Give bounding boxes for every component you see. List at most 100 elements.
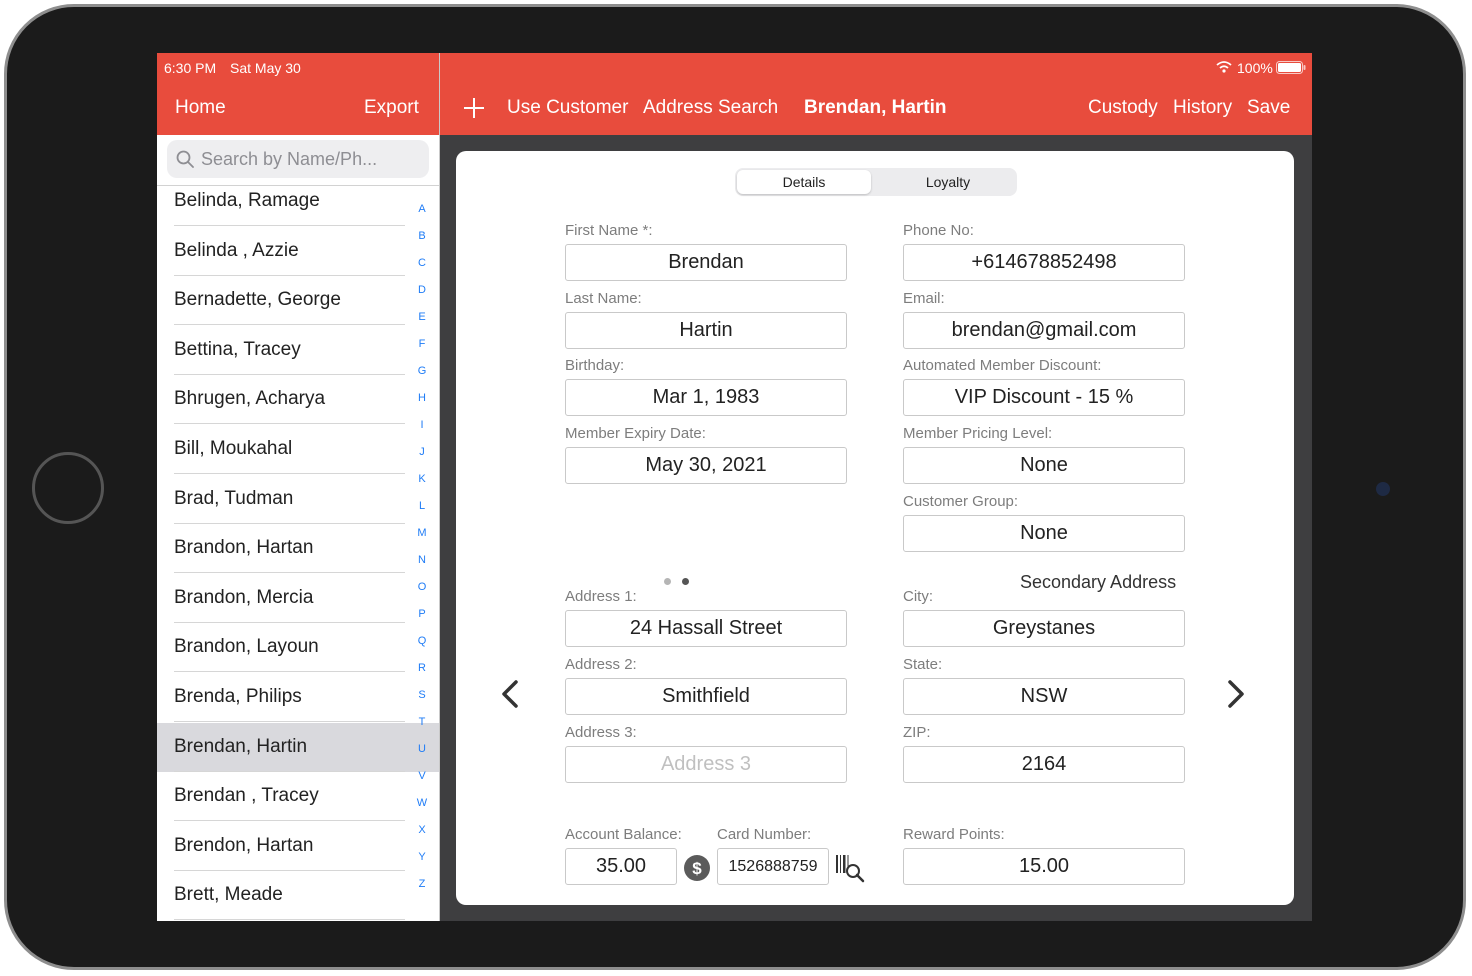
first-name-label: First Name *: <box>565 222 653 239</box>
first-name-field[interactable]: Brendan <box>565 244 847 281</box>
zip-field[interactable]: 2164 <box>903 746 1185 783</box>
use-customer-button[interactable]: Use Customer <box>507 97 628 119</box>
index-letter[interactable]: Q <box>409 635 435 647</box>
index-letter[interactable]: K <box>409 473 435 485</box>
index-letter[interactable]: O <box>409 581 435 593</box>
list-item[interactable]: Bill, Moukahal <box>157 425 439 474</box>
list-item-label: Bernadette, George <box>174 289 341 311</box>
index-letter[interactable]: R <box>409 662 435 674</box>
list-item[interactable]: Brandon, Mercia <box>157 574 439 623</box>
add-icon[interactable] <box>463 97 485 119</box>
email-field[interactable]: brendan@gmail.com <box>903 312 1185 349</box>
tab-details[interactable]: Details <box>737 170 871 194</box>
pricing-level-label: Member Pricing Level: <box>903 425 1053 442</box>
history-button[interactable]: History <box>1173 97 1232 119</box>
address2-field[interactable]: Smithfield <box>565 678 847 715</box>
index-letter[interactable]: S <box>409 689 435 701</box>
account-balance-field[interactable]: 35.00 <box>565 848 677 885</box>
chevron-right-icon[interactable] <box>1226 680 1246 708</box>
front-camera <box>1376 482 1390 496</box>
index-letter[interactable]: E <box>409 311 435 323</box>
list-item-label: Brandon, Layoun <box>174 636 319 658</box>
member-expiry-label: Member Expiry Date: <box>565 425 706 442</box>
search-input[interactable] <box>201 140 421 178</box>
last-name-field[interactable]: Hartin <box>565 312 847 349</box>
list-item[interactable]: Belinda, Ramage <box>157 186 439 226</box>
birthday-field[interactable]: Mar 1, 1983 <box>565 379 847 416</box>
list-item[interactable]: Brad, Tudman <box>157 475 439 524</box>
index-letter[interactable]: W <box>409 797 435 809</box>
address1-field[interactable]: 24 Hassall Street <box>565 610 847 647</box>
state-field[interactable]: NSW <box>903 678 1185 715</box>
list-item[interactable]: Bettina, Tracey <box>157 326 439 375</box>
list-item-label: Brandon, Hartan <box>174 537 314 559</box>
list-item[interactable]: Brandon, Layoun <box>157 623 439 673</box>
address-search-button[interactable]: Address Search <box>643 97 778 119</box>
index-letter[interactable]: D <box>409 284 435 296</box>
list-item[interactable]: Brendon, Hartan <box>157 822 439 871</box>
index-letter[interactable]: N <box>409 554 435 566</box>
page-dot[interactable] <box>664 578 671 585</box>
index-letter[interactable]: P <box>409 608 435 620</box>
index-letter[interactable]: A <box>409 203 435 215</box>
index-letter[interactable]: T <box>409 716 435 728</box>
index-letter[interactable]: V <box>409 770 435 782</box>
page-indicator[interactable] <box>664 572 700 590</box>
barcode-scan-icon[interactable] <box>835 853 865 883</box>
list-item[interactable]: Bernadette, George <box>157 276 439 326</box>
list-item[interactable]: Bhrugen, Acharya <box>157 375 439 425</box>
index-letter[interactable]: J <box>409 446 435 458</box>
list-item-label: Brendan , Tracey <box>174 785 319 807</box>
index-letter[interactable]: X <box>409 824 435 836</box>
save-button[interactable]: Save <box>1247 97 1290 119</box>
card-number-field[interactable]: 1526888759 <box>717 848 829 885</box>
customer-list: Belinda, Ramage Belinda , Azzie Bernadette… <box>157 186 439 921</box>
index-letter[interactable]: Z <box>409 878 435 890</box>
list-item[interactable]: Brenda, Philips <box>157 673 439 722</box>
zip-label: ZIP: <box>903 724 931 741</box>
list-item-label: Brenda, Philips <box>174 686 302 707</box>
chevron-left-icon[interactable] <box>500 680 520 708</box>
member-expiry-field[interactable]: May 30, 2021 <box>565 447 847 484</box>
list-item[interactable]: Belinda , Azzie <box>157 227 439 276</box>
index-letter[interactable]: U <box>409 743 435 755</box>
address3-field[interactable]: Address 3 <box>565 746 847 783</box>
status-time: 6:30 PM <box>164 60 217 76</box>
member-discount-field[interactable]: VIP Discount - 15 % <box>903 379 1185 416</box>
page-dot[interactable] <box>682 578 689 585</box>
search-field-container[interactable] <box>167 140 429 178</box>
customer-group-label: Customer Group: <box>903 493 1019 510</box>
status-date: Sat May 30 <box>230 60 301 76</box>
pricing-level-field[interactable]: None <box>903 447 1185 484</box>
phone-field[interactable]: +614678852498 <box>903 244 1185 281</box>
address1-label: Address 1: <box>565 588 637 605</box>
index-letter[interactable]: Y <box>409 851 435 863</box>
list-item[interactable]: Brett, Meade <box>157 871 439 921</box>
list-item-label: Bettina, Tracey <box>174 338 301 360</box>
list-item[interactable]: Brandon, Hartan <box>157 524 439 574</box>
list-item[interactable]: Brendan, Hartin <box>157 722 439 772</box>
list-item[interactable]: Brendan , Tracey <box>157 772 439 822</box>
index-letter[interactable]: F <box>409 338 435 350</box>
reward-points-field[interactable]: 15.00 <box>903 848 1185 885</box>
index-letter[interactable]: H <box>409 392 435 404</box>
app-screen: Home Export Belinda, Ramage Belinda , Azz… <box>157 53 1312 921</box>
customer-group-field[interactable]: None <box>903 515 1185 552</box>
custody-button[interactable]: Custody <box>1088 97 1158 119</box>
index-letter[interactable]: C <box>409 257 435 269</box>
battery-percent: 100% <box>1237 60 1273 76</box>
home-hardware-button[interactable] <box>32 452 104 524</box>
index-letter[interactable]: L <box>409 500 435 512</box>
account-balance-label: Account Balance: <box>565 826 682 843</box>
city-field[interactable]: Greystanes <box>903 610 1185 647</box>
dollar-icon[interactable]: $ <box>683 854 711 882</box>
index-letter[interactable]: M <box>409 527 435 539</box>
secondary-address-title: Secondary Address <box>1020 572 1177 592</box>
index-letter[interactable]: B <box>409 230 435 242</box>
tab-loyalty[interactable]: Loyalty <box>881 170 1015 194</box>
home-button[interactable]: Home <box>175 97 226 119</box>
index-letter[interactable]: I <box>409 419 435 431</box>
list-item-label: Brendan, Hartin <box>174 735 308 757</box>
export-button[interactable]: Export <box>364 97 419 119</box>
index-letter[interactable]: G <box>409 365 435 377</box>
